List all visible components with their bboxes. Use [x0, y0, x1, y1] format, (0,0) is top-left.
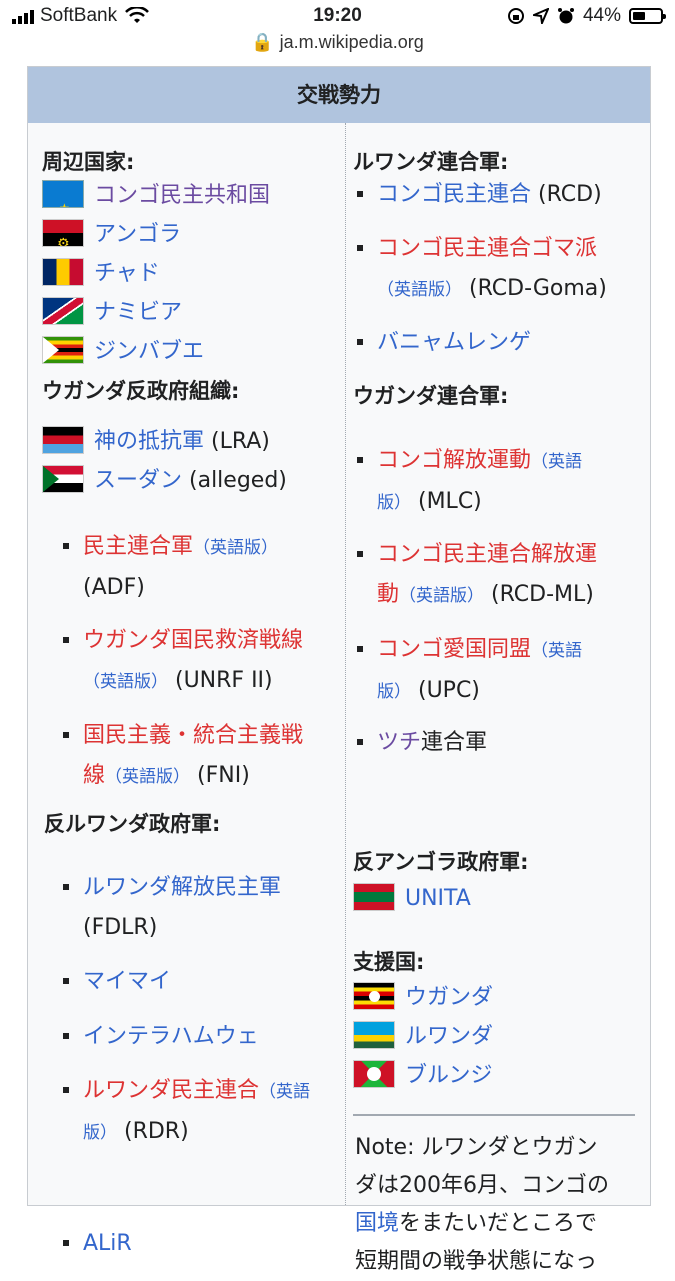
list-item[interactable]: ウガンダ国民救済戦線 （英語版） (UNRF II)	[63, 621, 343, 702]
bullet	[63, 1087, 69, 1093]
list-item[interactable]: UNITA	[353, 880, 471, 918]
anti-rwanda-header: 反ルワンダ政府軍:	[44, 812, 221, 836]
infobox-belligerents: 交戦勢力 周辺国家: ★ コンゴ民主共和国 ⚙ アンゴラ チャド ナミビア ジンバブ…	[27, 66, 652, 1274]
supporters-header: 支援国:	[353, 950, 425, 974]
list-item[interactable]: ナミビア	[42, 294, 182, 332]
namibia-flag-icon	[42, 297, 84, 325]
drc-flag-icon: ★	[42, 180, 84, 208]
bullet	[357, 739, 363, 745]
list-item[interactable]: コンゴ民主連合 (RCD)	[357, 175, 647, 215]
bullet	[357, 551, 363, 557]
list-item[interactable]: バニャムレンゲ	[357, 323, 647, 363]
list-item[interactable]: ルワンダ解放民主軍 (FDLR)	[63, 868, 333, 948]
burundi-flag-icon	[353, 1060, 395, 1088]
unita-flag-icon	[353, 883, 395, 911]
bullet	[63, 637, 69, 643]
bullet	[63, 884, 69, 890]
neighbors-header: 周辺国家:	[42, 150, 135, 174]
battery-icon	[629, 8, 666, 24]
list-item[interactable]: マイマイ	[63, 962, 333, 1002]
bullet	[63, 543, 69, 549]
bullet	[357, 457, 363, 463]
list-item[interactable]: チャド	[42, 255, 160, 293]
list-item[interactable]: 神の抵抗軍 (LRA)	[42, 423, 270, 461]
status-bar: SoftBank 19:20 44%	[0, 0, 675, 34]
list-item[interactable]: スーダン (alleged)	[42, 462, 287, 500]
list-item[interactable]: ルワンダ	[353, 1018, 493, 1056]
list-item[interactable]: コンゴ民主連合解放運 動（英語版） (RCD-ML)	[357, 535, 652, 616]
anti-angola-header: 反アンゴラ政府軍:	[353, 850, 529, 874]
column-divider	[345, 123, 346, 1205]
address-bar[interactable]: 🔒 ja.m.wikipedia.org	[0, 32, 675, 53]
list-item[interactable]: 民主連合軍（英語版） (ADF)	[63, 527, 333, 608]
rotation-lock-icon	[507, 8, 524, 24]
list-item[interactable]: ALiR	[63, 1224, 333, 1264]
chad-flag-icon	[42, 258, 84, 286]
list-item[interactable]: コンゴ民主連合ゴマ派 （英語版） (RCD-Goma)	[357, 229, 652, 310]
border-link[interactable]: 国境	[355, 1211, 399, 1236]
alarm-icon	[557, 8, 574, 24]
rwanda-flag-icon	[353, 1021, 395, 1049]
status-icons: 44%	[507, 5, 666, 27]
zimbabwe-flag-icon	[42, 336, 84, 364]
list-item[interactable]: ⚙ アンゴラ	[42, 216, 181, 254]
bullet	[357, 339, 363, 345]
list-item[interactable]: コンゴ愛国同盟（英語 版） (UPC)	[357, 630, 652, 712]
uganda-coalition-header: ウガンダ連合軍:	[353, 384, 509, 408]
bullet	[63, 978, 69, 984]
bullet	[357, 191, 363, 197]
battery-percent: 44%	[582, 5, 621, 26]
bullet	[357, 245, 363, 251]
list-item[interactable]: ツチ連合軍	[357, 723, 647, 763]
ugandan-rebels-header: ウガンダ反政府組織:	[42, 379, 240, 403]
note-text: Note: ルワンダとウガン ダは200年6月、コンゴの 国境をまたいだところで…	[355, 1135, 609, 1274]
list-item[interactable]: コンゴ解放運動（英語 版） (MLC)	[357, 441, 652, 523]
bullet	[63, 732, 69, 738]
location-icon	[532, 8, 549, 24]
lock-icon: 🔒	[251, 32, 274, 52]
url-text: ja.m.wikipedia.org	[279, 32, 424, 52]
uganda-flag-icon	[353, 982, 395, 1010]
list-item[interactable]: ジンバブエ	[42, 333, 204, 371]
divider	[353, 1114, 635, 1116]
lra-flag-icon	[42, 426, 84, 454]
list-item[interactable]: 国民主義・統合主義戦 線（英語版） (FNI)	[63, 716, 343, 797]
list-item[interactable]: ルワンダ民主連合（英語 版） (RDR)	[63, 1071, 343, 1153]
bullet	[357, 646, 363, 652]
list-item[interactable]: ウガンダ	[353, 979, 493, 1017]
bullet	[63, 1033, 69, 1039]
sudan-flag-icon	[42, 465, 84, 493]
angola-flag-icon: ⚙	[42, 219, 84, 247]
list-item[interactable]: ブルンジ	[353, 1057, 493, 1095]
infobox-header: 交戦勢力	[28, 67, 650, 123]
list-item[interactable]: ★ コンゴ民主共和国	[42, 177, 270, 215]
bullet	[63, 1240, 69, 1246]
list-item[interactable]: インテラハムウェ	[63, 1017, 333, 1057]
